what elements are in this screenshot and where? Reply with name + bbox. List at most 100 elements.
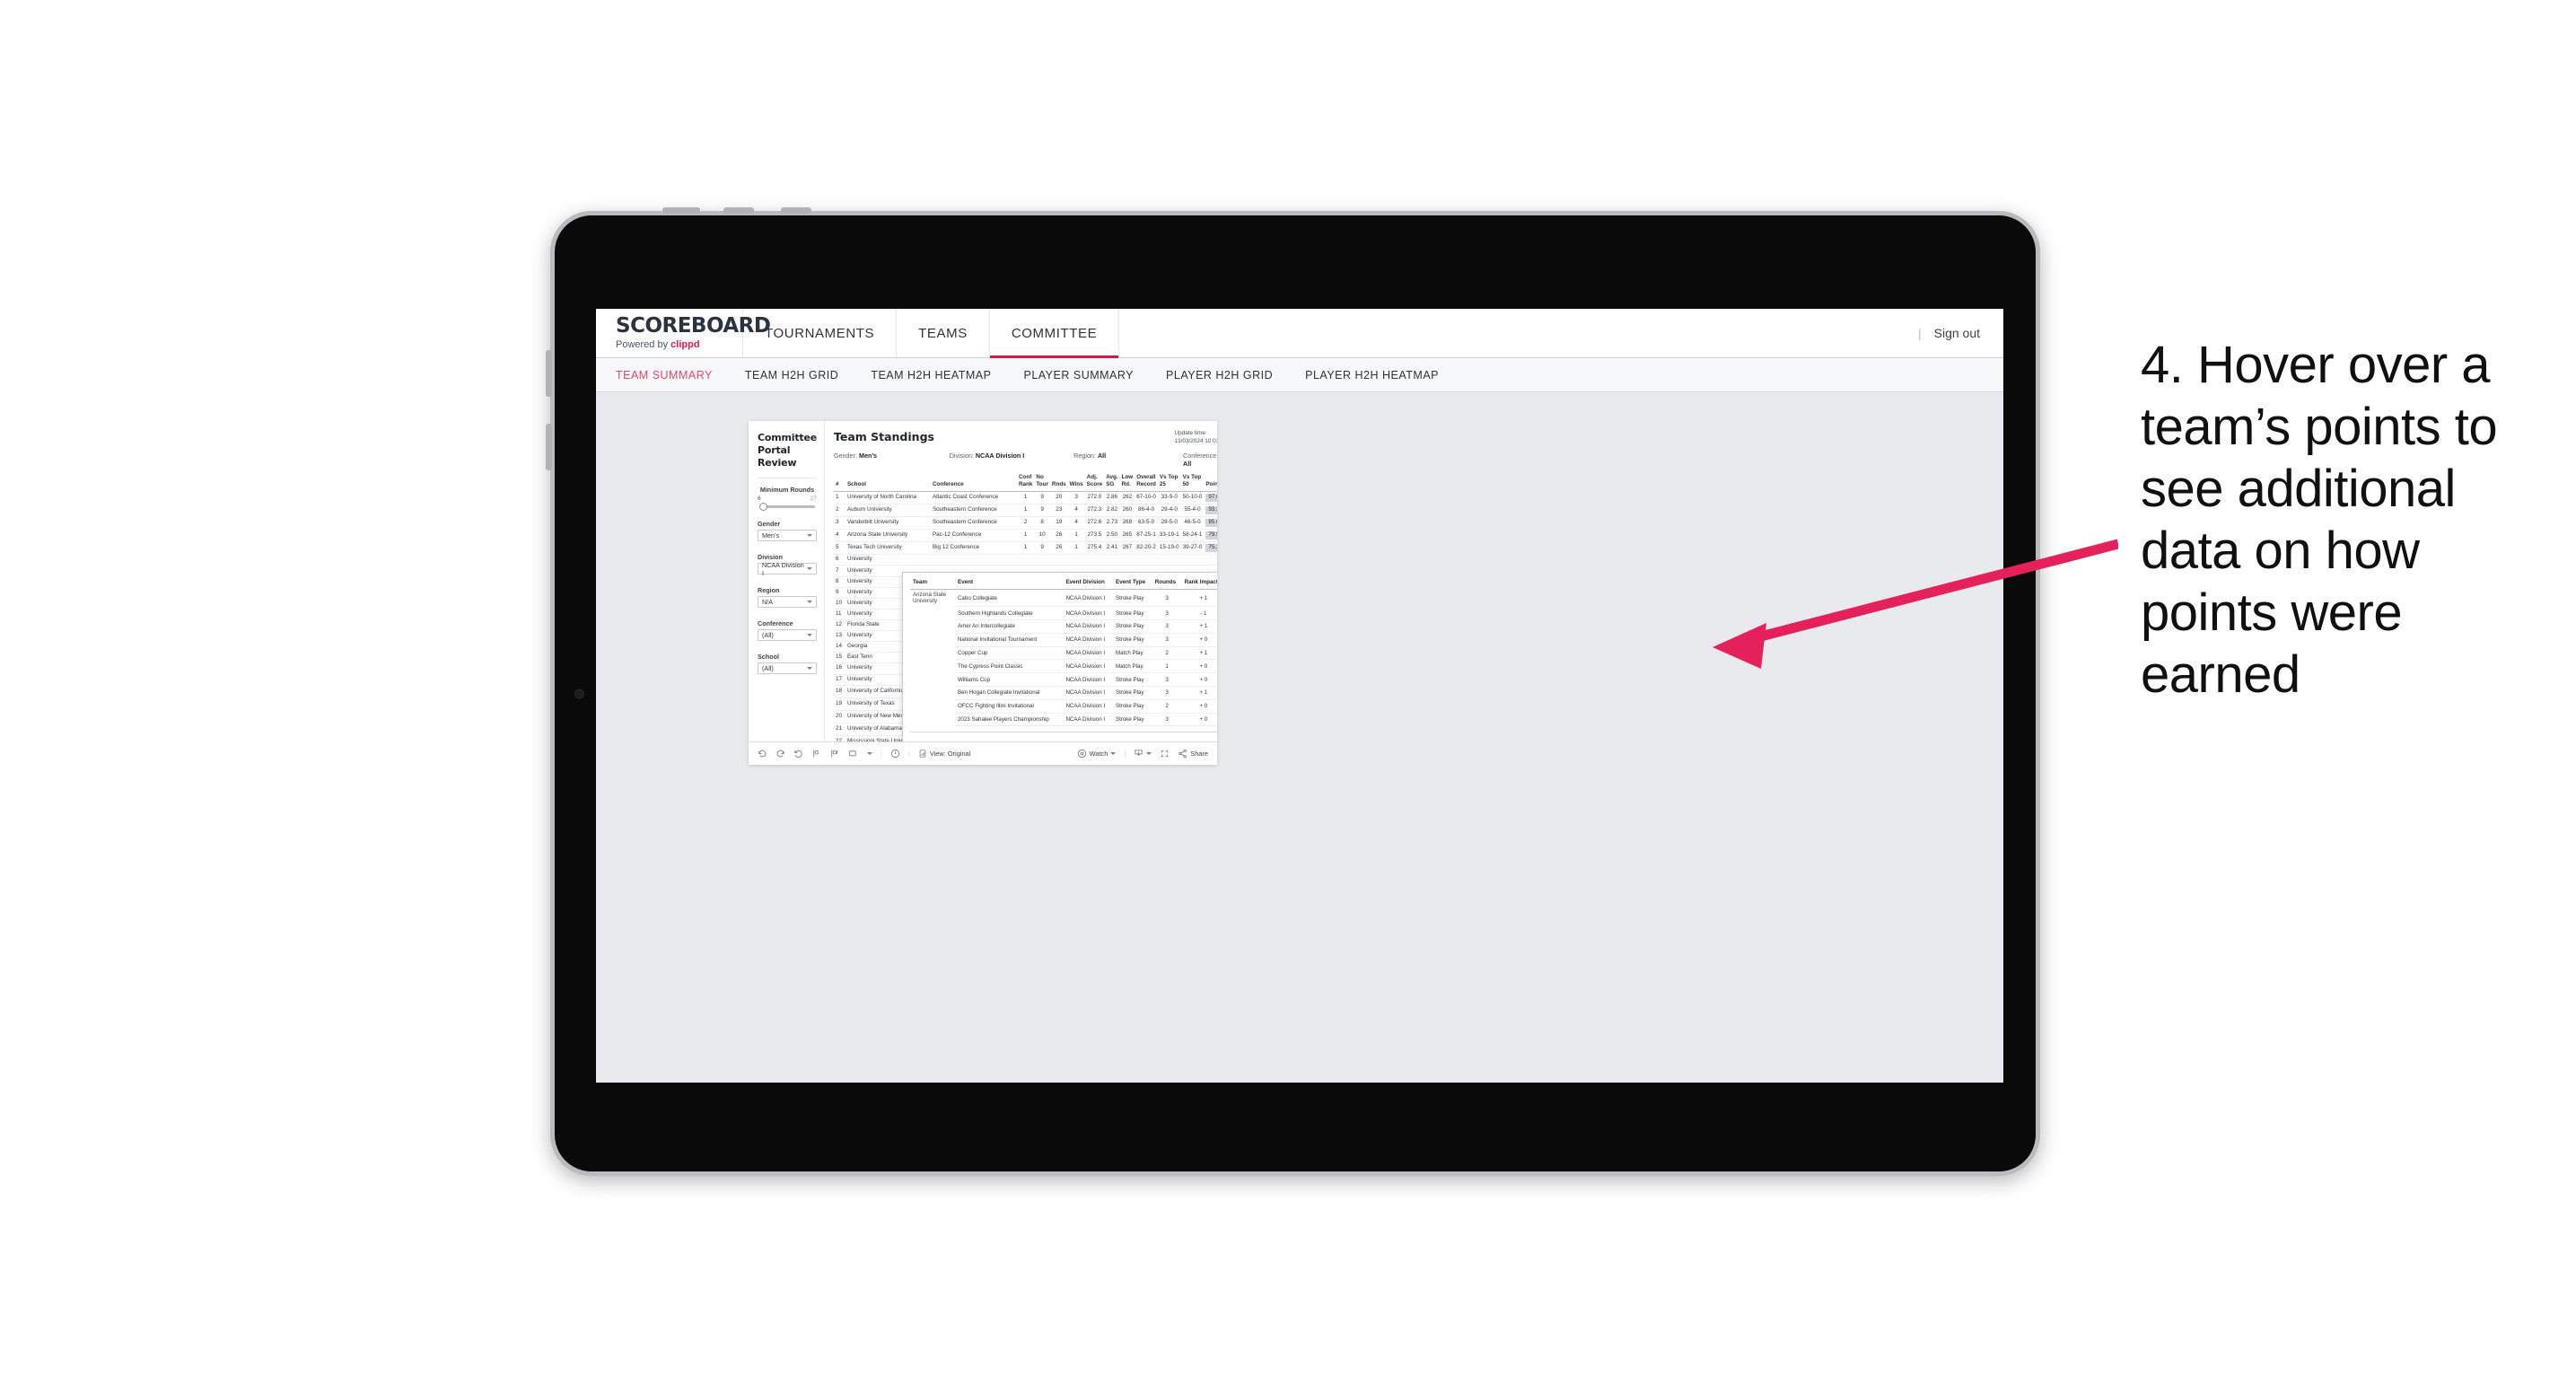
nav-item-committee[interactable]: COMMITTEE <box>989 309 1120 358</box>
redo-icon[interactable] <box>775 749 785 759</box>
filter-division-select[interactable]: NCAA Division I <box>758 561 817 577</box>
avg-sg-cell: 2.82 <box>1104 504 1120 517</box>
device-top-button-2 <box>723 207 754 214</box>
tooltip-division-cell: NCAA Division I <box>1063 713 1113 727</box>
table-row[interactable]: 6 University <box>833 554 1217 566</box>
col-vs-top-50[interactable]: Vs Top 50 <box>1180 473 1205 492</box>
logo-tagline: Powered by clippd <box>616 339 700 350</box>
tooltip-row: The Cypress Point Classic NCAA Division I… <box>910 659 1217 674</box>
tab-team-summary[interactable]: TEAM SUMMARY <box>616 369 732 382</box>
tooltip-team-cell <box>910 646 955 660</box>
col-no-tour[interactable]: No Tour <box>1034 473 1050 492</box>
pause-updates-icon[interactable] <box>829 749 839 759</box>
revert-icon[interactable] <box>793 749 803 759</box>
col-adj-score[interactable]: Adj. Score <box>1084 473 1105 492</box>
tab-player-h2h-grid[interactable]: PLAYER H2H GRID <box>1166 369 1292 382</box>
table-row[interactable]: 2 Auburn University Southeastern Conferenc… <box>833 504 1217 517</box>
conf-rank-cell: 1 <box>1016 491 1035 504</box>
nav-item-tournaments[interactable]: TOURNAMENTS <box>743 309 898 357</box>
device-layout-icon[interactable] <box>847 749 859 759</box>
view-original-button[interactable]: View: Original <box>918 749 970 759</box>
col-school[interactable]: School <box>845 473 931 492</box>
col-conf-rank[interactable]: Conf Rank <box>1016 473 1035 492</box>
tab-player-h2h-heatmap[interactable]: PLAYER H2H HEATMAP <box>1305 369 1459 382</box>
filter-conference-select[interactable]: (All) <box>758 629 817 642</box>
rank-cell: 11 <box>833 609 846 620</box>
watch-button[interactable]: Watch <box>1077 749 1117 759</box>
sign-out-link[interactable]: Sign out <box>1934 326 1980 340</box>
col-low-rd[interactable]: Low Rd. <box>1119 473 1135 492</box>
chevron-down-icon[interactable] <box>1110 752 1117 755</box>
table-row[interactable]: 3 Vanderbilt University Southeastern Confe… <box>833 516 1217 531</box>
school-cell: Arizona State University <box>845 529 931 543</box>
tooltip-event-cell: National Invitational Tournament <box>954 633 1064 647</box>
tab-player-summary[interactable]: PLAYER SUMMARY <box>1023 369 1153 382</box>
filter-minimum-rounds[interactable]: Minimum Rounds 6 27 <box>758 486 817 512</box>
col-wins[interactable]: Wins <box>1067 473 1085 492</box>
brand-logo[interactable]: SCOREBOARD Powered by clippd <box>596 309 771 357</box>
tooltip-row: OFCC Fighting Illini Invitational NCAA Di… <box>910 699 1217 714</box>
wins-cell: 1 <box>1067 529 1085 543</box>
rank-cell: 18 <box>833 685 846 698</box>
standings-header-row: # School Conference Conf Rank No Tour Rnds… <box>833 473 1217 492</box>
points-cell[interactable]: 75.20 <box>1204 541 1217 556</box>
rank-cell: 9 <box>833 587 846 599</box>
table-row[interactable]: 1 University of North Carolina Atlantic Co… <box>833 491 1217 504</box>
col-points[interactable]: Points <box>1204 473 1217 492</box>
col-rnds[interactable]: Rnds <box>1049 473 1068 492</box>
share-button[interactable]: Share <box>1178 749 1208 759</box>
filter-conference-label: Conference <box>758 619 793 628</box>
pause-auto-update-icon[interactable] <box>890 749 900 759</box>
table-row[interactable]: 5 Texas Tech University Big 12 Conference 1… <box>833 541 1217 556</box>
col-vs-top-25[interactable]: Vs Top 25 <box>1157 473 1181 492</box>
adj-score-cell: 272.6 <box>1084 516 1105 531</box>
slider-handle[interactable] <box>759 503 767 512</box>
tooltip-division-cell: NCAA Division I <box>1063 686 1113 700</box>
tooltip-event-cell: Williams Cup <box>954 672 1064 687</box>
col-rank[interactable]: # <box>833 473 846 492</box>
col-avg-sg[interactable]: Avg. SG <box>1104 473 1120 492</box>
tooltip-row: Amer Ari Intercollegiate NCAA Division IS… <box>910 619 1217 634</box>
tooltip-impact-cell: + 0 <box>1181 633 1217 647</box>
tooltip-header-row: Team Event Event Division Event Type Rou… <box>909 578 1217 590</box>
minimum-rounds-label: Minimum Rounds <box>759 486 815 495</box>
viz-toolbar: | | View: Original Watch | Share <box>749 741 1217 765</box>
col-overall-record[interactable]: Overall Record <box>1135 473 1158 492</box>
tab-team-h2h-grid[interactable]: TEAM H2H GRID <box>745 369 858 382</box>
filter-school-select[interactable]: (All) <box>758 662 817 675</box>
team-standings-panel: Team Standings Update time: 13/03/2024 1… <box>824 421 1217 741</box>
chevron-down-icon[interactable] <box>867 752 872 755</box>
points-cell[interactable] <box>1204 554 1217 566</box>
tooltip-team-cell <box>910 660 955 673</box>
summary-region: Region: All <box>1073 452 1107 461</box>
sign-out-area[interactable]: | Sign out <box>1918 309 2003 357</box>
adj-score-cell <box>1084 554 1105 566</box>
app-header: SCOREBOARD Powered by clippd TOURNAMENTS… <box>596 309 2003 358</box>
table-row[interactable]: 4 Arizona State University Pac-12 Conferen… <box>833 529 1217 543</box>
col-conference[interactable]: Conference <box>930 473 1017 492</box>
undo-icon[interactable] <box>758 749 767 759</box>
fullscreen-icon[interactable] <box>1160 749 1170 759</box>
tooltip-event-cell: Southern Highlands Collegiate <box>954 606 1064 621</box>
points-cell[interactable]: 79.52 <box>1204 529 1217 543</box>
viz-body: Committee Portal Review Minimum Rounds 6… <box>749 421 1217 741</box>
points-cell[interactable]: 93.31 <box>1204 504 1217 517</box>
chevron-down-icon[interactable] <box>1146 752 1152 755</box>
tooltip-division-cell: NCAA Division I <box>1063 589 1113 608</box>
tooltip-type-cell: Stroke Play <box>1112 699 1152 714</box>
tab-team-h2h-heatmap[interactable]: TEAM H2H HEATMAP <box>871 369 1011 382</box>
filter-gender-select[interactable]: Men’s <box>758 530 817 542</box>
view-original-label: View: Original <box>929 750 971 758</box>
tooltip-event-cell: The Cypress Point Classic <box>954 659 1064 674</box>
points-cell[interactable]: 97.02 <box>1204 491 1217 504</box>
standings-header: Team Standings Update time: 13/03/2024 1… <box>834 430 1217 445</box>
download-button[interactable] <box>1134 749 1152 759</box>
tooltip-type-cell: Match Play <box>1112 646 1152 661</box>
refresh-data-icon[interactable] <box>811 749 821 759</box>
nav-item-teams[interactable]: TEAMS <box>897 309 990 357</box>
adj-score-cell: 275.4 <box>1084 541 1105 556</box>
slider-track[interactable] <box>759 503 815 512</box>
filter-region-select[interactable]: N/A <box>758 596 817 609</box>
points-cell[interactable]: 85.02 <box>1204 516 1217 531</box>
rnds-cell <box>1049 554 1068 566</box>
